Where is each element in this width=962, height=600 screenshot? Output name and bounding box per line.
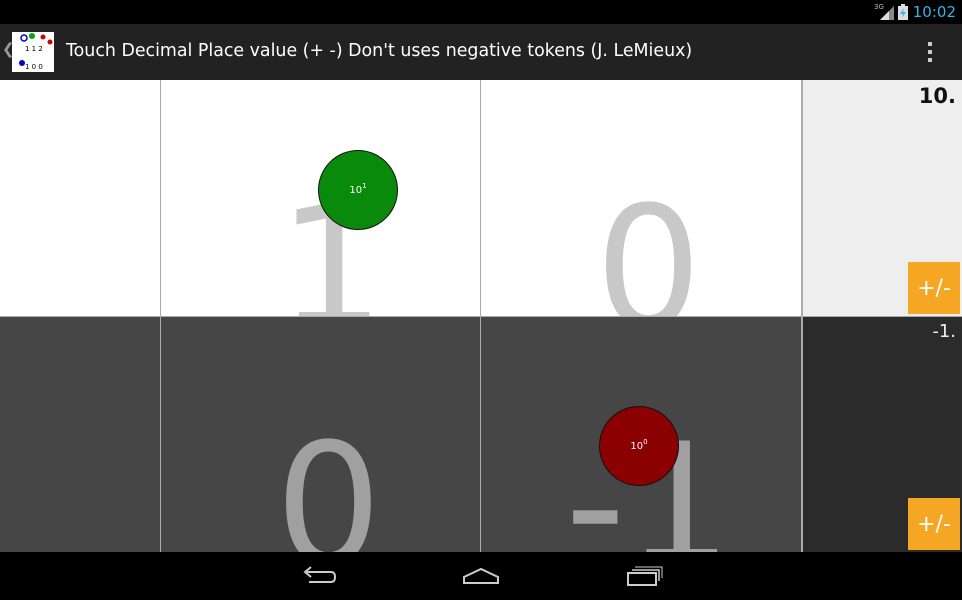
negative-cell-ones[interactable]: -1 100 [481,317,801,552]
positive-total-panel: 10. +/- [803,80,962,316]
app-icon[interactable]: 1 1 2 1 0 0 [12,32,58,72]
icon-top-digits: 1 1 2 [25,45,43,53]
app-title: Touch Decimal Place value (+ -) Don't us… [66,41,693,61]
token-exponent: 0 [643,438,648,446]
positive-sign-toggle-button[interactable]: +/- [908,262,960,314]
clock: 10:02 [912,3,956,21]
action-bar: ❮ 1 1 2 1 0 0 Touch Decimal Place value … [0,24,962,80]
negative-sign-toggle-button[interactable]: +/- [908,498,960,550]
navigation-bar [0,552,962,600]
token-base: 10 [349,184,363,196]
negative-total-panel: -1. +/- [803,317,962,552]
token-exponent: 1 [362,182,367,190]
positive-digit-ones: 0 [595,170,702,316]
overflow-menu-icon[interactable] [920,38,940,66]
negative-digit-tens: 0 [275,407,382,552]
back-icon[interactable] [299,564,339,588]
recent-apps-icon[interactable] [624,564,664,588]
signal-icon [880,6,894,20]
battery-icon [898,4,908,20]
positive-total-value: 10. [918,84,956,108]
negative-cell-tens[interactable]: 0 [161,317,480,552]
positive-cell-ones[interactable]: 0 [481,80,801,316]
positive-cell-hundreds[interactable] [0,80,160,316]
place-value-board: 1 101 0 10. +/- 0 -1 100 -1. +/- [0,80,962,552]
token-base: 10 [630,440,644,452]
negative-token-ones[interactable]: 10 0 [599,406,679,486]
app-logo-icon: 1 1 2 1 0 0 [19,32,58,72]
status-bar: 3G 10:02 [0,0,962,24]
icon-bottom-digits: 1 0 0 [25,63,43,71]
home-icon[interactable] [461,564,501,588]
positive-token-tens[interactable]: 10 1 [318,150,398,230]
negative-cell-hundreds[interactable] [0,317,160,552]
negative-total-value: -1. [932,321,956,342]
positive-cell-tens[interactable]: 1 10 1 [161,80,480,316]
